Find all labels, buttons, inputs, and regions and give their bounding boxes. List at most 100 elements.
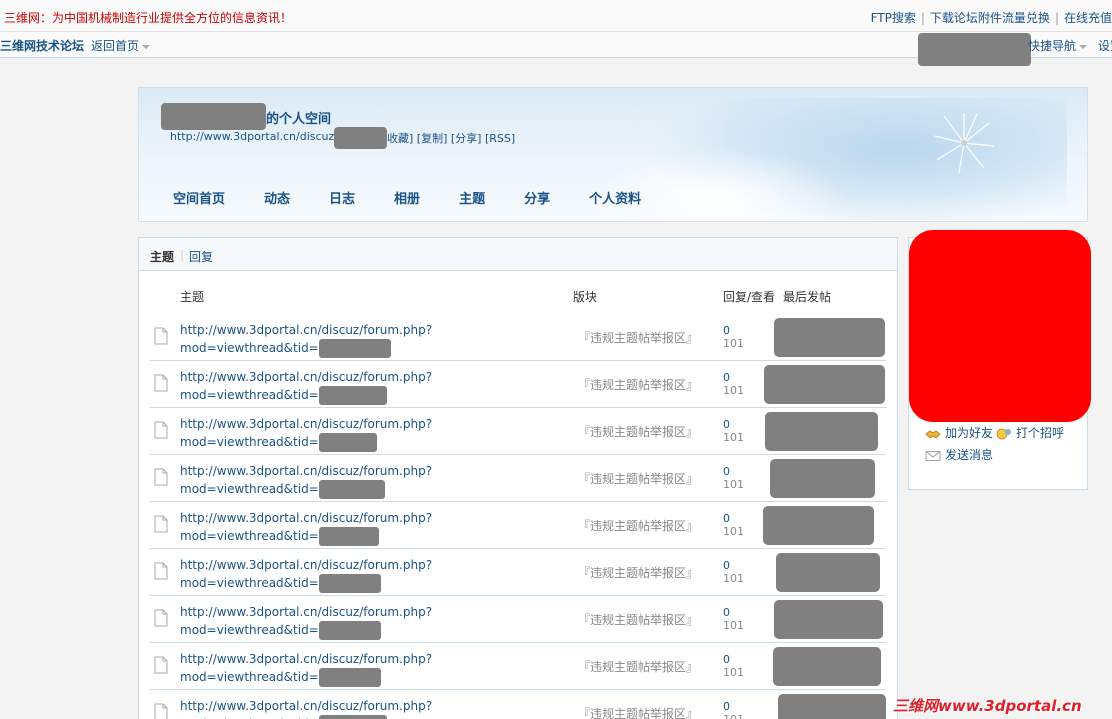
header-reply-view: 回复/查看 [723, 290, 776, 304]
menu-share[interactable]: 分享 [524, 188, 550, 207]
thread-url-line2: mod=viewthread&tid= [180, 388, 319, 402]
document-icon [154, 374, 168, 392]
document-icon [154, 562, 168, 580]
space-url[interactable]: http://www.3dportal.cn/discuz/? [170, 130, 344, 143]
url-actions[interactable]: 收藏] [复制] [分享] [RSS] [387, 130, 515, 146]
table-row: http://www.3dportal.cn/discuz/forum.php?… [150, 408, 886, 455]
profile-sidebar: 加为好友 打个招呼 发送消息 [908, 230, 1091, 490]
menu-album[interactable]: 相册 [394, 188, 420, 207]
redacted-thread-id [318, 480, 385, 499]
view-count: 101 [723, 337, 744, 350]
thread-url-line1: http://www.3dportal.cn/discuz/forum.php? [180, 699, 433, 713]
forum-link[interactable]: 『违规主题帖举报区』 [578, 611, 698, 628]
quick-nav-menu[interactable]: 快捷导航 [1028, 37, 1088, 54]
ftp-search-link[interactable]: FTP搜索 [871, 11, 916, 25]
tab-replies[interactable]: 回复 [189, 248, 213, 265]
document-icon [154, 609, 168, 627]
redacted-last-post [765, 412, 878, 451]
view-count: 101 [723, 619, 744, 632]
menu-feed[interactable]: 动态 [264, 188, 290, 207]
thread-subject-link[interactable]: http://www.3dportal.cn/discuz/forum.php?… [180, 462, 432, 499]
nav-bar: 三维网技术论坛 返回首页 快捷导航 设置 [0, 32, 1112, 66]
envelope-icon [925, 450, 941, 461]
redacted-thread-id [318, 386, 387, 405]
thread-url-line2: mod=viewthread&tid= [180, 576, 319, 590]
redacted-thread-id [318, 621, 381, 640]
greet-link[interactable]: 打个招呼 [1016, 426, 1064, 440]
attachment-exchange-link[interactable]: 下载论坛附件流量兑换 [930, 11, 1050, 25]
thread-subject-link[interactable]: http://www.3dportal.cn/discuz/forum.php?… [180, 368, 432, 405]
avatar[interactable] [909, 230, 1091, 422]
thread-subject-link[interactable]: http://www.3dportal.cn/discuz/forum.php?… [180, 509, 432, 546]
view-count: 101 [723, 525, 744, 538]
reply-view-count: 0101 [723, 371, 744, 397]
menu-topics[interactable]: 主题 [459, 188, 485, 207]
greet-icon [996, 428, 1012, 439]
menu-space-home[interactable]: 空间首页 [173, 188, 225, 207]
space-menu: 空间首页 动态 日志 相册 主题 分享 个人资料 [173, 188, 680, 207]
redacted-last-post [763, 506, 874, 545]
redacted-url-part [334, 127, 387, 149]
reply-count: 0 [723, 606, 730, 619]
reply-view-count: 0101 [723, 512, 744, 538]
send-message-link[interactable]: 发送消息 [945, 448, 993, 462]
view-count: 101 [723, 431, 744, 444]
redacted-last-post [773, 647, 881, 686]
forum-link[interactable]: 『违规主题帖举报区』 [578, 517, 698, 534]
forum-link[interactable]: 『违规主题帖举报区』 [578, 470, 698, 487]
add-friend-link[interactable]: 加为好友 [945, 426, 993, 440]
thread-subject-link[interactable]: http://www.3dportal.cn/discuz/forum.php?… [180, 321, 432, 358]
redacted-last-post [776, 553, 880, 592]
site-name-link[interactable]: 三维网技术论坛 [0, 37, 84, 54]
thread-url-line1: http://www.3dportal.cn/discuz/forum.php? [180, 511, 433, 525]
reply-count: 0 [723, 559, 730, 572]
message-action: 发送消息 [925, 446, 993, 463]
friend-actions: 加为好友 打个招呼 [925, 424, 1064, 441]
thread-subject-link[interactable]: http://www.3dportal.cn/discuz/forum.php?… [180, 556, 432, 593]
site-watermark: 三维网www.3dportal.cn [893, 697, 1082, 715]
reply-view-count: 0101 [723, 324, 744, 350]
top-links: FTP搜索 | 下载论坛附件流量兑换 | 在线充值 [870, 11, 1112, 25]
thread-url-line1: http://www.3dportal.cn/discuz/forum.php? [180, 558, 433, 572]
thread-subject-link[interactable]: http://www.3dportal.cn/discuz/forum.php?… [180, 415, 432, 452]
menu-blog[interactable]: 日志 [329, 188, 355, 207]
forum-link[interactable]: 『违规主题帖举报区』 [578, 423, 698, 440]
thread-subject-link[interactable]: http://www.3dportal.cn/discuz/forum.php?… [180, 650, 432, 687]
table-row: http://www.3dportal.cn/discuz/forum.php?… [150, 314, 886, 361]
thread-subject-link[interactable]: http://www.3dportal.cn/discuz/forum.php?… [180, 603, 432, 640]
forum-link[interactable]: 『违规主题帖举报区』 [578, 564, 698, 581]
online-recharge-link[interactable]: 在线充值 [1064, 11, 1112, 25]
forum-link[interactable]: 『违规主题帖举报区』 [578, 705, 698, 719]
quick-nav-label: 快捷导航 [1028, 39, 1077, 53]
forum-link[interactable]: 『违规主题帖举报区』 [578, 376, 698, 393]
redacted-thread-id [318, 339, 391, 358]
chevron-down-icon [1079, 44, 1088, 49]
redacted-last-post [764, 365, 885, 404]
thread-url-line1: http://www.3dportal.cn/discuz/forum.php? [180, 652, 433, 666]
thread-url-line2: mod=viewthread&tid= [180, 435, 319, 449]
document-icon [154, 656, 168, 674]
thread-subject-link[interactable]: http://www.3dportal.cn/discuz/forum.php?… [180, 697, 432, 719]
redacted-last-post [770, 459, 875, 498]
document-icon [154, 327, 168, 345]
space-banner: 的个人空间 http://www.3dportal.cn/discuz/? 收藏… [138, 87, 1088, 222]
view-count: 101 [723, 666, 744, 679]
forum-link[interactable]: 『违规主题帖举报区』 [578, 658, 698, 675]
header-forum: 版块 [573, 290, 598, 304]
table-header: 主题 版块 回复/查看 最后发帖 [139, 288, 897, 306]
tab-divider: | [180, 248, 185, 262]
tab-topics[interactable]: 主题 [150, 248, 174, 265]
thread-url-line2: mod=viewthread&tid= [180, 670, 319, 684]
view-count: 101 [723, 713, 744, 719]
forum-link[interactable]: 『违规主题帖举报区』 [578, 329, 698, 346]
settings-link[interactable]: 设置 [1098, 37, 1112, 54]
reply-view-count: 0101 [723, 653, 744, 679]
reply-count: 0 [723, 371, 730, 384]
banner-cloud [589, 148, 849, 221]
back-home-label: 返回首页 [91, 39, 140, 53]
back-home-link[interactable]: 返回首页 [91, 37, 151, 54]
table-row: http://www.3dportal.cn/discuz/forum.php?… [150, 643, 886, 690]
reply-view-count: 0101 [723, 418, 744, 444]
menu-profile[interactable]: 个人资料 [589, 188, 641, 207]
table-row: http://www.3dportal.cn/discuz/forum.php?… [150, 455, 886, 502]
